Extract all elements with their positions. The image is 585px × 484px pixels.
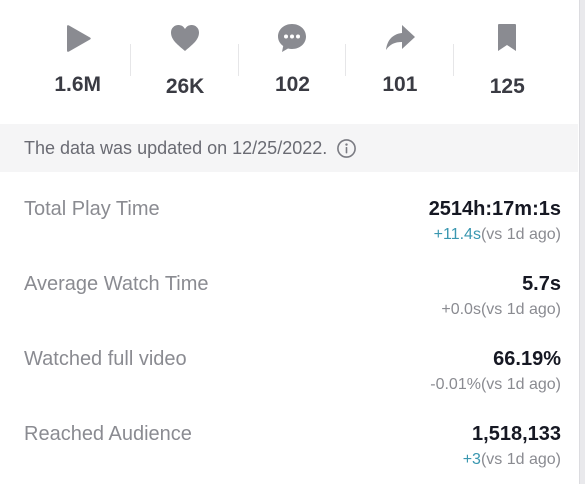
play-icon [60, 20, 96, 56]
metric-watched-full-video: Watched full video 66.19% -0.01%(vs 1d a… [24, 348, 561, 408]
metric-delta: -0.01%(vs 1d ago) [430, 376, 561, 394]
data-updated-notice: The data was updated on 12/25/2022. [0, 124, 578, 172]
delta-compare: (vs 1d ago) [480, 451, 561, 468]
metric-average-watch-time: Average Watch Time 5.7s +0.0s(vs 1d ago) [24, 273, 561, 333]
delta-change: +11.4s [433, 226, 481, 243]
stat-saves: 125 [454, 0, 561, 124]
likes-count: 26K [165, 75, 205, 98]
saves-count: 125 [489, 75, 525, 98]
info-icon[interactable] [336, 138, 357, 159]
scroll-edge [579, 0, 585, 484]
heart-icon [167, 20, 203, 56]
metric-reached-audience: Reached Audience 1,518,133 +3(vs 1d ago) [24, 423, 561, 483]
stat-likes: 26K [131, 0, 239, 124]
share-icon [382, 20, 418, 56]
video-analytics-panel: 1.6M 26K 102 101 125 The data was update… [0, 0, 585, 484]
metric-label: Total Play Time [24, 198, 160, 220]
metric-label: Reached Audience [24, 423, 192, 445]
stat-plays: 1.6M [24, 0, 132, 124]
comment-icon [274, 20, 310, 56]
metric-delta: +3(vs 1d ago) [463, 451, 561, 469]
delta-change: +0.0s [441, 301, 481, 318]
metric-total-play-time: Total Play Time 2514h:17m:1s +11.4s(vs 1… [24, 198, 561, 258]
delta-compare: (vs 1d ago) [480, 226, 561, 243]
delta-change: +3 [462, 451, 481, 468]
plays-count: 1.6M [54, 73, 102, 96]
metric-value: 2514h:17m:1s [428, 198, 561, 220]
metric-label: Average Watch Time [24, 273, 209, 295]
metric-value: 1,518,133 [472, 423, 561, 445]
engagement-stats: 1.6M 26K 102 101 125 [24, 0, 561, 124]
delta-compare: (vs 1d ago) [480, 376, 561, 393]
bookmark-icon [489, 20, 525, 56]
metric-delta: +11.4s(vs 1d ago) [434, 226, 561, 244]
comments-count: 102 [274, 73, 310, 96]
stat-comments: 102 [239, 0, 347, 124]
shares-count: 101 [382, 73, 418, 96]
metric-value: 5.7s [522, 273, 561, 295]
delta-change: -0.01% [430, 376, 481, 393]
metric-delta: +0.0s(vs 1d ago) [441, 301, 561, 319]
metric-label: Watched full video [24, 348, 187, 370]
stat-shares: 101 [346, 0, 454, 124]
metric-value: 66.19% [493, 348, 561, 370]
delta-compare: (vs 1d ago) [480, 301, 561, 318]
notice-text: The data was updated on 12/25/2022. [24, 137, 328, 158]
